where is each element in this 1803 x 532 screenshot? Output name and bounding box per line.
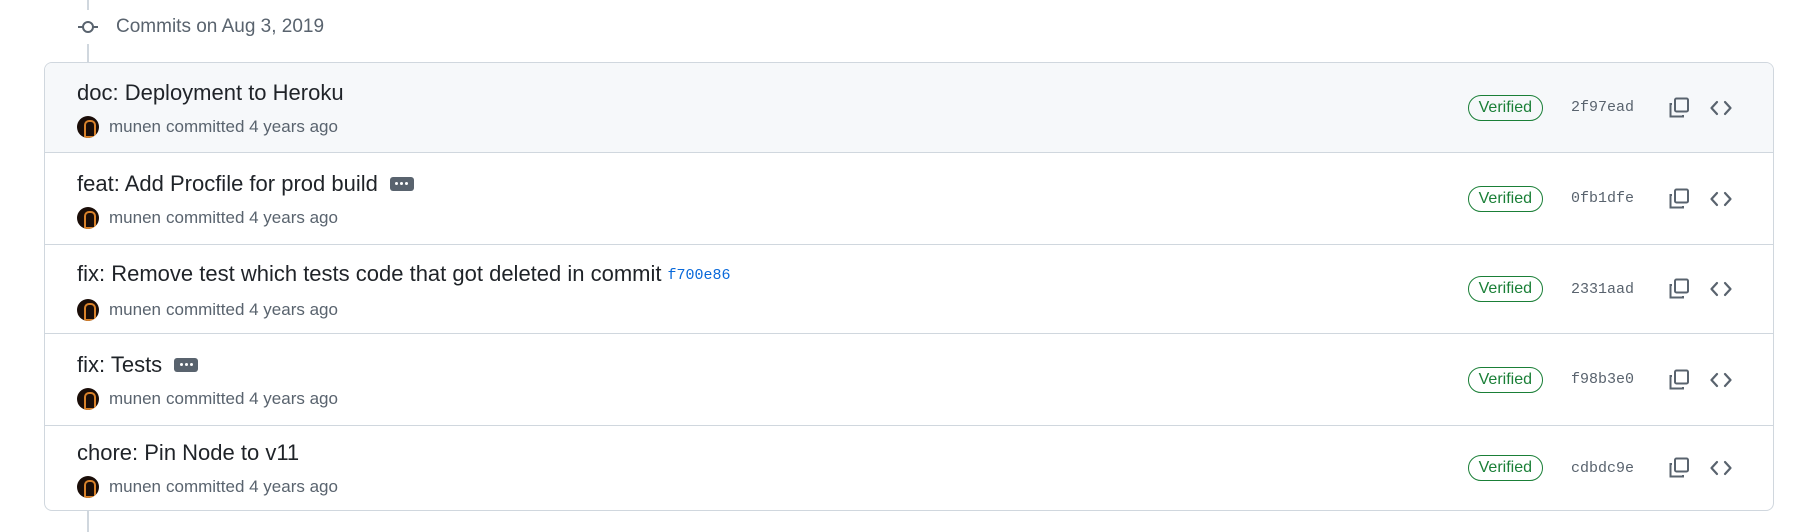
ellipsis-expander[interactable] xyxy=(174,357,199,372)
avatar[interactable] xyxy=(77,115,99,138)
commit-sha-link[interactable]: cdbdc9e xyxy=(1571,460,1635,477)
code-icon[interactable] xyxy=(1705,452,1737,484)
code-icon[interactable] xyxy=(1705,273,1737,305)
commit-title-link[interactable]: fix: Remove test which tests code that g… xyxy=(77,259,662,289)
verified-badge[interactable]: Verified xyxy=(1467,366,1543,393)
commit-author-link[interactable]: munen xyxy=(109,300,161,320)
verified-badge[interactable]: Verified xyxy=(1467,455,1543,481)
commit-time: committed 4 years ago xyxy=(165,207,338,227)
code-icon[interactable] xyxy=(1705,92,1737,124)
commit-list: doc: Deployment to Heroku munen committe… xyxy=(44,62,1774,511)
avatar[interactable] xyxy=(77,387,99,410)
timeline-header: Commits on Aug 3, 2019 xyxy=(72,10,324,44)
copy-icon[interactable] xyxy=(1663,364,1695,396)
commit-title-link[interactable]: doc: Deployment to Heroku xyxy=(77,78,344,108)
ellipsis-expander[interactable] xyxy=(389,176,414,191)
avatar[interactable] xyxy=(77,299,99,321)
commit-time: committed 4 years ago xyxy=(165,477,338,496)
commit-title-link[interactable]: fix: Tests xyxy=(77,350,162,380)
commit-row: fix: Tests munen committed 4 years ago V… xyxy=(45,333,1773,425)
commit-sha-link[interactable]: 2f97ead xyxy=(1571,99,1635,116)
commit-row: doc: Deployment to Heroku munen committe… xyxy=(45,63,1773,152)
commit-reference-link[interactable]: f700e86 xyxy=(668,261,731,291)
git-commit-icon xyxy=(72,10,104,44)
commit-sha-link[interactable]: 2331aad xyxy=(1571,281,1635,298)
commit-author-link[interactable]: munen xyxy=(109,477,161,497)
commit-row: fix: Remove test which tests code that g… xyxy=(45,244,1773,333)
commit-row: feat: Add Procfile for prod build munen … xyxy=(45,152,1773,244)
verified-badge[interactable]: Verified xyxy=(1467,276,1543,302)
commit-row: chore: Pin Node to v11 munen committed 4… xyxy=(45,425,1773,510)
copy-icon[interactable] xyxy=(1663,273,1695,305)
commit-time: committed 4 years ago xyxy=(165,388,338,408)
commit-title-link[interactable]: feat: Add Procfile for prod build xyxy=(77,169,378,199)
commit-author-link[interactable]: munen xyxy=(109,117,161,137)
verified-badge[interactable]: Verified xyxy=(1467,94,1543,121)
commit-time: committed 4 years ago xyxy=(165,300,338,319)
commit-title-link[interactable]: chore: Pin Node to v11 xyxy=(77,438,299,468)
commit-author-link[interactable]: munen xyxy=(109,389,161,409)
commits-date-heading: Commits on Aug 3, 2019 xyxy=(116,16,325,37)
code-icon[interactable] xyxy=(1705,183,1737,215)
copy-icon[interactable] xyxy=(1663,183,1695,215)
commit-author-link[interactable]: munen xyxy=(109,208,161,228)
avatar[interactable] xyxy=(77,206,99,229)
avatar[interactable] xyxy=(77,476,99,498)
commit-sha-link[interactable]: 0fb1dfe xyxy=(1571,190,1635,207)
code-icon[interactable] xyxy=(1705,364,1737,396)
copy-icon[interactable] xyxy=(1663,452,1695,484)
copy-icon[interactable] xyxy=(1663,92,1695,124)
verified-badge[interactable]: Verified xyxy=(1467,185,1543,212)
commit-sha-link[interactable]: f98b3e0 xyxy=(1571,371,1635,388)
commit-time: committed 4 years ago xyxy=(165,116,338,136)
